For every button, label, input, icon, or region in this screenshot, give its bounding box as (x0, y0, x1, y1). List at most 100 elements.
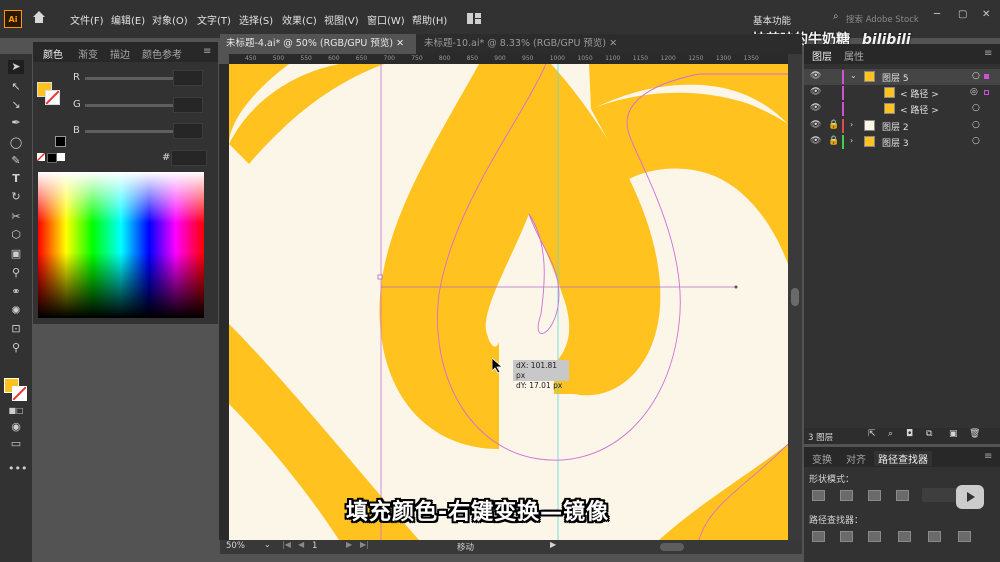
black-swatch[interactable] (47, 153, 57, 163)
next-page-icon[interactable]: ▶ (346, 540, 352, 549)
artboard-canvas[interactable] (229, 64, 788, 540)
screen-mode-icon[interactable]: ▭ (8, 437, 24, 451)
target-active-icon[interactable]: ◎ (970, 87, 978, 97)
artboard-tool-icon[interactable]: ⊡ (8, 322, 24, 336)
merge-button[interactable] (868, 531, 881, 542)
draw-mode-icon[interactable]: ◉ (8, 420, 24, 434)
target-circle-icon[interactable]: ○ (972, 103, 980, 113)
vertical-ruler[interactable] (219, 64, 229, 540)
layers-panel-menu-icon[interactable]: ≡ (984, 48, 992, 59)
collect-export-icon[interactable]: ⇱ (868, 429, 876, 439)
arrange-documents-icon[interactable] (467, 13, 481, 24)
first-page-icon[interactable]: |◀ (282, 540, 291, 549)
menu-type[interactable]: 文字(T) (197, 12, 231, 27)
layer-row-3[interactable]: 👁 🔒 › 图层 3 ○ (804, 134, 1000, 150)
tab-pathfinder[interactable]: 路径查找器 (874, 451, 932, 466)
eyedropper-icon[interactable]: ⚲ (8, 266, 24, 280)
scissors-tool-icon[interactable]: ✂ (8, 210, 24, 224)
menu-edit[interactable]: 编辑(E) (111, 12, 145, 27)
pen-tool-icon[interactable]: ✒ (8, 116, 24, 130)
outline-button[interactable] (928, 531, 941, 542)
horizontal-ruler[interactable]: 450 500 550 600 650 700 750 800 850 900 950 1000 105… (229, 54, 788, 64)
channel-g-value[interactable] (173, 97, 203, 113)
minimize-icon[interactable]: ─ (934, 9, 940, 20)
blend-tool-icon[interactable]: ⚭ (8, 285, 24, 299)
layer-name[interactable]: 图层 5 (882, 71, 909, 84)
type-tool-icon[interactable]: T (8, 172, 24, 186)
direct-selection-icon[interactable]: ↖ (8, 80, 24, 94)
page-number[interactable]: 1 (312, 541, 317, 551)
stroke-swatch[interactable] (12, 386, 27, 401)
visibility-eye-icon[interactable]: 👁 (810, 87, 821, 97)
symbol-sprayer-icon[interactable]: ✺ (8, 304, 24, 318)
menu-view[interactable]: 视图(V) (324, 12, 359, 27)
brush-tool-icon[interactable]: ✎ (8, 154, 24, 168)
more-tools-icon[interactable]: ••• (8, 462, 27, 476)
visibility-eye-icon[interactable]: 👁 (810, 103, 821, 113)
doc-tab-1-close-icon[interactable]: ✕ (396, 38, 404, 49)
visibility-eye-icon[interactable]: 👁 (810, 136, 821, 146)
status-menu-icon[interactable]: ▶ (550, 540, 556, 549)
tab-properties[interactable]: 属性 (844, 48, 864, 63)
expand-chevron-icon[interactable]: ⌄ (850, 71, 857, 80)
delete-layer-icon[interactable]: 🗑 (969, 429, 980, 439)
minus-back-button[interactable] (958, 531, 971, 542)
layer-name[interactable]: 图层 3 (882, 136, 909, 149)
tab-transform[interactable]: 变换 (812, 451, 832, 466)
divide-button[interactable] (812, 531, 825, 542)
menu-effect[interactable]: 效果(C) (282, 12, 317, 27)
zoom-dropdown-icon[interactable]: ⌄ (264, 540, 271, 549)
tab-color[interactable]: 颜色 (43, 46, 63, 61)
tab-gradient[interactable]: 渐变 (78, 46, 98, 61)
prev-page-icon[interactable]: ◀ (298, 540, 304, 549)
path-name[interactable]: < 路径 > (900, 87, 939, 100)
clipping-mask-icon[interactable]: ◘ (906, 429, 913, 439)
expand-chevron-icon[interactable]: › (850, 120, 853, 129)
zoom-tool-icon[interactable]: ⚲ (8, 341, 24, 355)
crop-button[interactable] (898, 531, 911, 542)
lock-icon[interactable]: 🔒 (828, 120, 839, 130)
maximize-icon[interactable]: ▢ (958, 9, 967, 20)
menu-help[interactable]: 帮助(H) (412, 12, 447, 27)
menu-file[interactable]: 文件(F) (70, 12, 104, 27)
doc-tab-2-close-icon[interactable]: ✕ (609, 38, 617, 49)
group-selection-icon[interactable]: ↘ (8, 98, 24, 112)
gradient-tool-icon[interactable]: ▣ (8, 247, 24, 261)
search-input[interactable]: 搜索 Adobe Stock (846, 13, 919, 25)
target-circle-icon[interactable]: ○ (972, 136, 980, 146)
last-page-icon[interactable]: ▶| (360, 540, 369, 549)
visibility-eye-icon[interactable]: 👁 (810, 71, 821, 81)
panel-menu-icon[interactable]: ≡ (203, 46, 211, 57)
menu-window[interactable]: 窗口(W) (367, 12, 405, 27)
target-circle-icon[interactable]: ○ (972, 71, 980, 81)
video-play-icon[interactable] (956, 485, 984, 509)
panel-stroke-swatch[interactable] (45, 90, 60, 105)
locate-object-icon[interactable]: ⌕ (888, 429, 893, 439)
pathfinder-menu-icon[interactable]: ≡ (984, 451, 992, 462)
visibility-eye-icon[interactable]: 👁 (810, 120, 821, 130)
none-swatch[interactable] (36, 152, 46, 162)
selection-tool-icon[interactable]: ➤ (8, 60, 24, 74)
channel-b-value[interactable] (173, 123, 203, 139)
close-icon[interactable]: ✕ (982, 9, 990, 20)
layer-row-5[interactable]: 👁 ⌄ 图层 5 ○ (804, 69, 1000, 85)
expand-chevron-icon[interactable]: › (850, 136, 853, 145)
horizontal-scroll-thumb[interactable] (660, 543, 684, 551)
trim-button[interactable] (840, 531, 853, 542)
vertical-scroll-thumb[interactable] (791, 288, 799, 306)
workspace-switcher[interactable]: 基本功能 (753, 13, 791, 27)
last-color-swatch[interactable] (55, 136, 66, 147)
home-icon[interactable] (32, 10, 46, 24)
unite-button[interactable] (812, 490, 825, 501)
lock-icon[interactable]: 🔒 (828, 136, 839, 146)
hex-input[interactable] (171, 150, 207, 166)
sublayer-path-2[interactable]: 👁 < 路径 > ○ (804, 101, 1000, 117)
path-name[interactable]: < 路径 > (900, 103, 939, 116)
doc-tab-2[interactable]: 未标题-10.ai* @ 8.33% (RGB/GPU 预览) ✕ (418, 34, 628, 54)
menu-select[interactable]: 选择(S) (239, 12, 273, 27)
layer-row-2[interactable]: 👁 🔒 › 图层 2 ○ (804, 118, 1000, 134)
white-swatch[interactable] (57, 153, 65, 161)
ellipse-tool-icon[interactable]: ◯ (8, 136, 24, 150)
new-layer-icon[interactable]: ▣ (949, 429, 958, 439)
color-mode-icon[interactable]: ■□ (8, 404, 24, 418)
